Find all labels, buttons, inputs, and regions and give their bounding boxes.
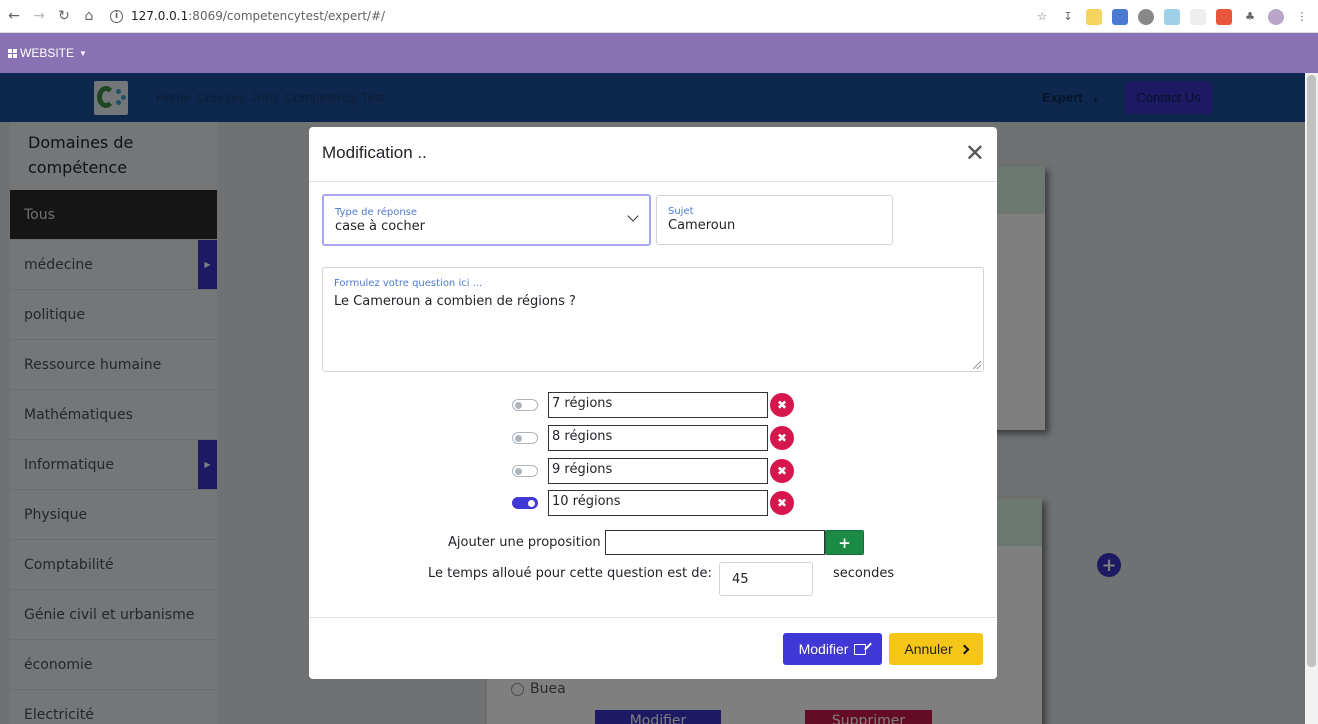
time-unit-label: secondes [833,566,895,581]
response-type-value: case à cocher [335,219,425,234]
correct-toggle[interactable] [512,432,538,444]
option-input[interactable]: 9 régions [548,458,768,484]
add-proposition-label: Ajouter une proposition [448,535,601,550]
option-row: 8 régions ✖ [512,425,794,451]
avatar[interactable] [1268,8,1284,25]
option-input[interactable]: 7 régions [548,392,768,418]
scrollbar-thumb[interactable] [1307,75,1316,667]
website-menu[interactable]: WEBSITE [20,46,74,60]
url-host: 127.0.0.1 [131,9,189,23]
time-label: Le temps alloué pour cette question est … [428,566,712,581]
subject-value: Cameroun [668,218,736,233]
correct-toggle[interactable] [512,497,538,509]
modal-header: Modification .. ✕ [309,127,997,182]
question-textarea[interactable]: Formulez votre question ici ... Le Camer… [322,267,984,372]
remove-option-icon[interactable]: ✖ [770,393,794,417]
address-bar[interactable]: i 127.0.0.1:8069/competencytest/expert/#… [110,9,385,23]
grid-icon [8,48,17,58]
reader-icon[interactable] [1164,8,1180,25]
shield-icon[interactable] [1138,8,1154,25]
forward-icon[interactable]: → [28,5,50,27]
option-input[interactable]: 10 régions [548,490,768,516]
star-icon[interactable]: ☆ [1034,9,1050,25]
extension-icon[interactable] [1190,8,1206,25]
reload-icon[interactable]: ↻ [53,5,75,27]
modal-footer: Modifier Annuler [309,617,997,679]
option-row: 10 régions ✖ [512,490,794,516]
caret-down-icon[interactable]: ▼ [79,49,87,58]
response-type-label: Type de réponse [335,207,418,218]
plus-icon: + [838,533,851,552]
question-placeholder: Formulez votre question ici ... [334,278,483,289]
extension-icon[interactable] [1216,8,1232,25]
remove-option-icon[interactable]: ✖ [770,491,794,515]
info-icon[interactable]: i [110,9,123,23]
option-row: 9 régions ✖ [512,458,794,484]
remove-option-icon[interactable]: ✖ [770,426,794,450]
chevron-right-icon [959,644,970,654]
question-value: Le Cameroun a combien de régions ? [334,294,576,309]
edit-icon [854,643,867,655]
extensions-area: ☆ ↧ ♣ ⋮ [1034,0,1310,33]
download-icon[interactable]: ↧ [1060,9,1076,25]
modify-label: Modifier [798,641,849,657]
modal-title: Modification .. [322,143,427,162]
back-icon[interactable]: ← [3,5,25,27]
subject-field[interactable]: Sujet Cameroun [656,195,893,245]
modification-modal: Modification .. ✕ Type de réponse case à… [309,127,997,679]
resize-handle[interactable] [973,361,981,369]
subject-label: Sujet [668,206,694,217]
add-proposition-button[interactable]: + [825,530,864,555]
kebab-menu-icon[interactable]: ⋮ [1294,9,1310,25]
remove-option-icon[interactable]: ✖ [770,459,794,483]
translate-icon[interactable] [1112,8,1128,25]
page-scrollbar[interactable] [1305,73,1318,724]
puzzle-icon[interactable]: ♣ [1242,9,1258,25]
cancel-button[interactable]: Annuler [889,633,983,665]
add-proposition-input[interactable] [605,530,825,555]
extension-icon[interactable] [1086,8,1102,25]
correct-toggle[interactable] [512,465,538,477]
option-row: 7 régions ✖ [512,392,794,418]
response-type-select[interactable]: Type de réponse case à cocher [322,194,651,246]
website-bar: WEBSITE ▼ [0,33,1318,73]
url-path: :8069/competencytest/expert/#/ [188,9,386,23]
time-input[interactable]: 45 [719,562,813,596]
modify-button[interactable]: Modifier [783,633,882,665]
option-input[interactable]: 8 régions [548,425,768,451]
cancel-label: Annuler [904,641,953,657]
correct-toggle[interactable] [512,399,538,411]
home-icon[interactable]: ⌂ [78,5,100,27]
browser-toolbar: ← → ↻ ⌂ i 127.0.0.1:8069/competencytest/… [0,0,1318,33]
close-icon[interactable]: ✕ [965,141,985,165]
